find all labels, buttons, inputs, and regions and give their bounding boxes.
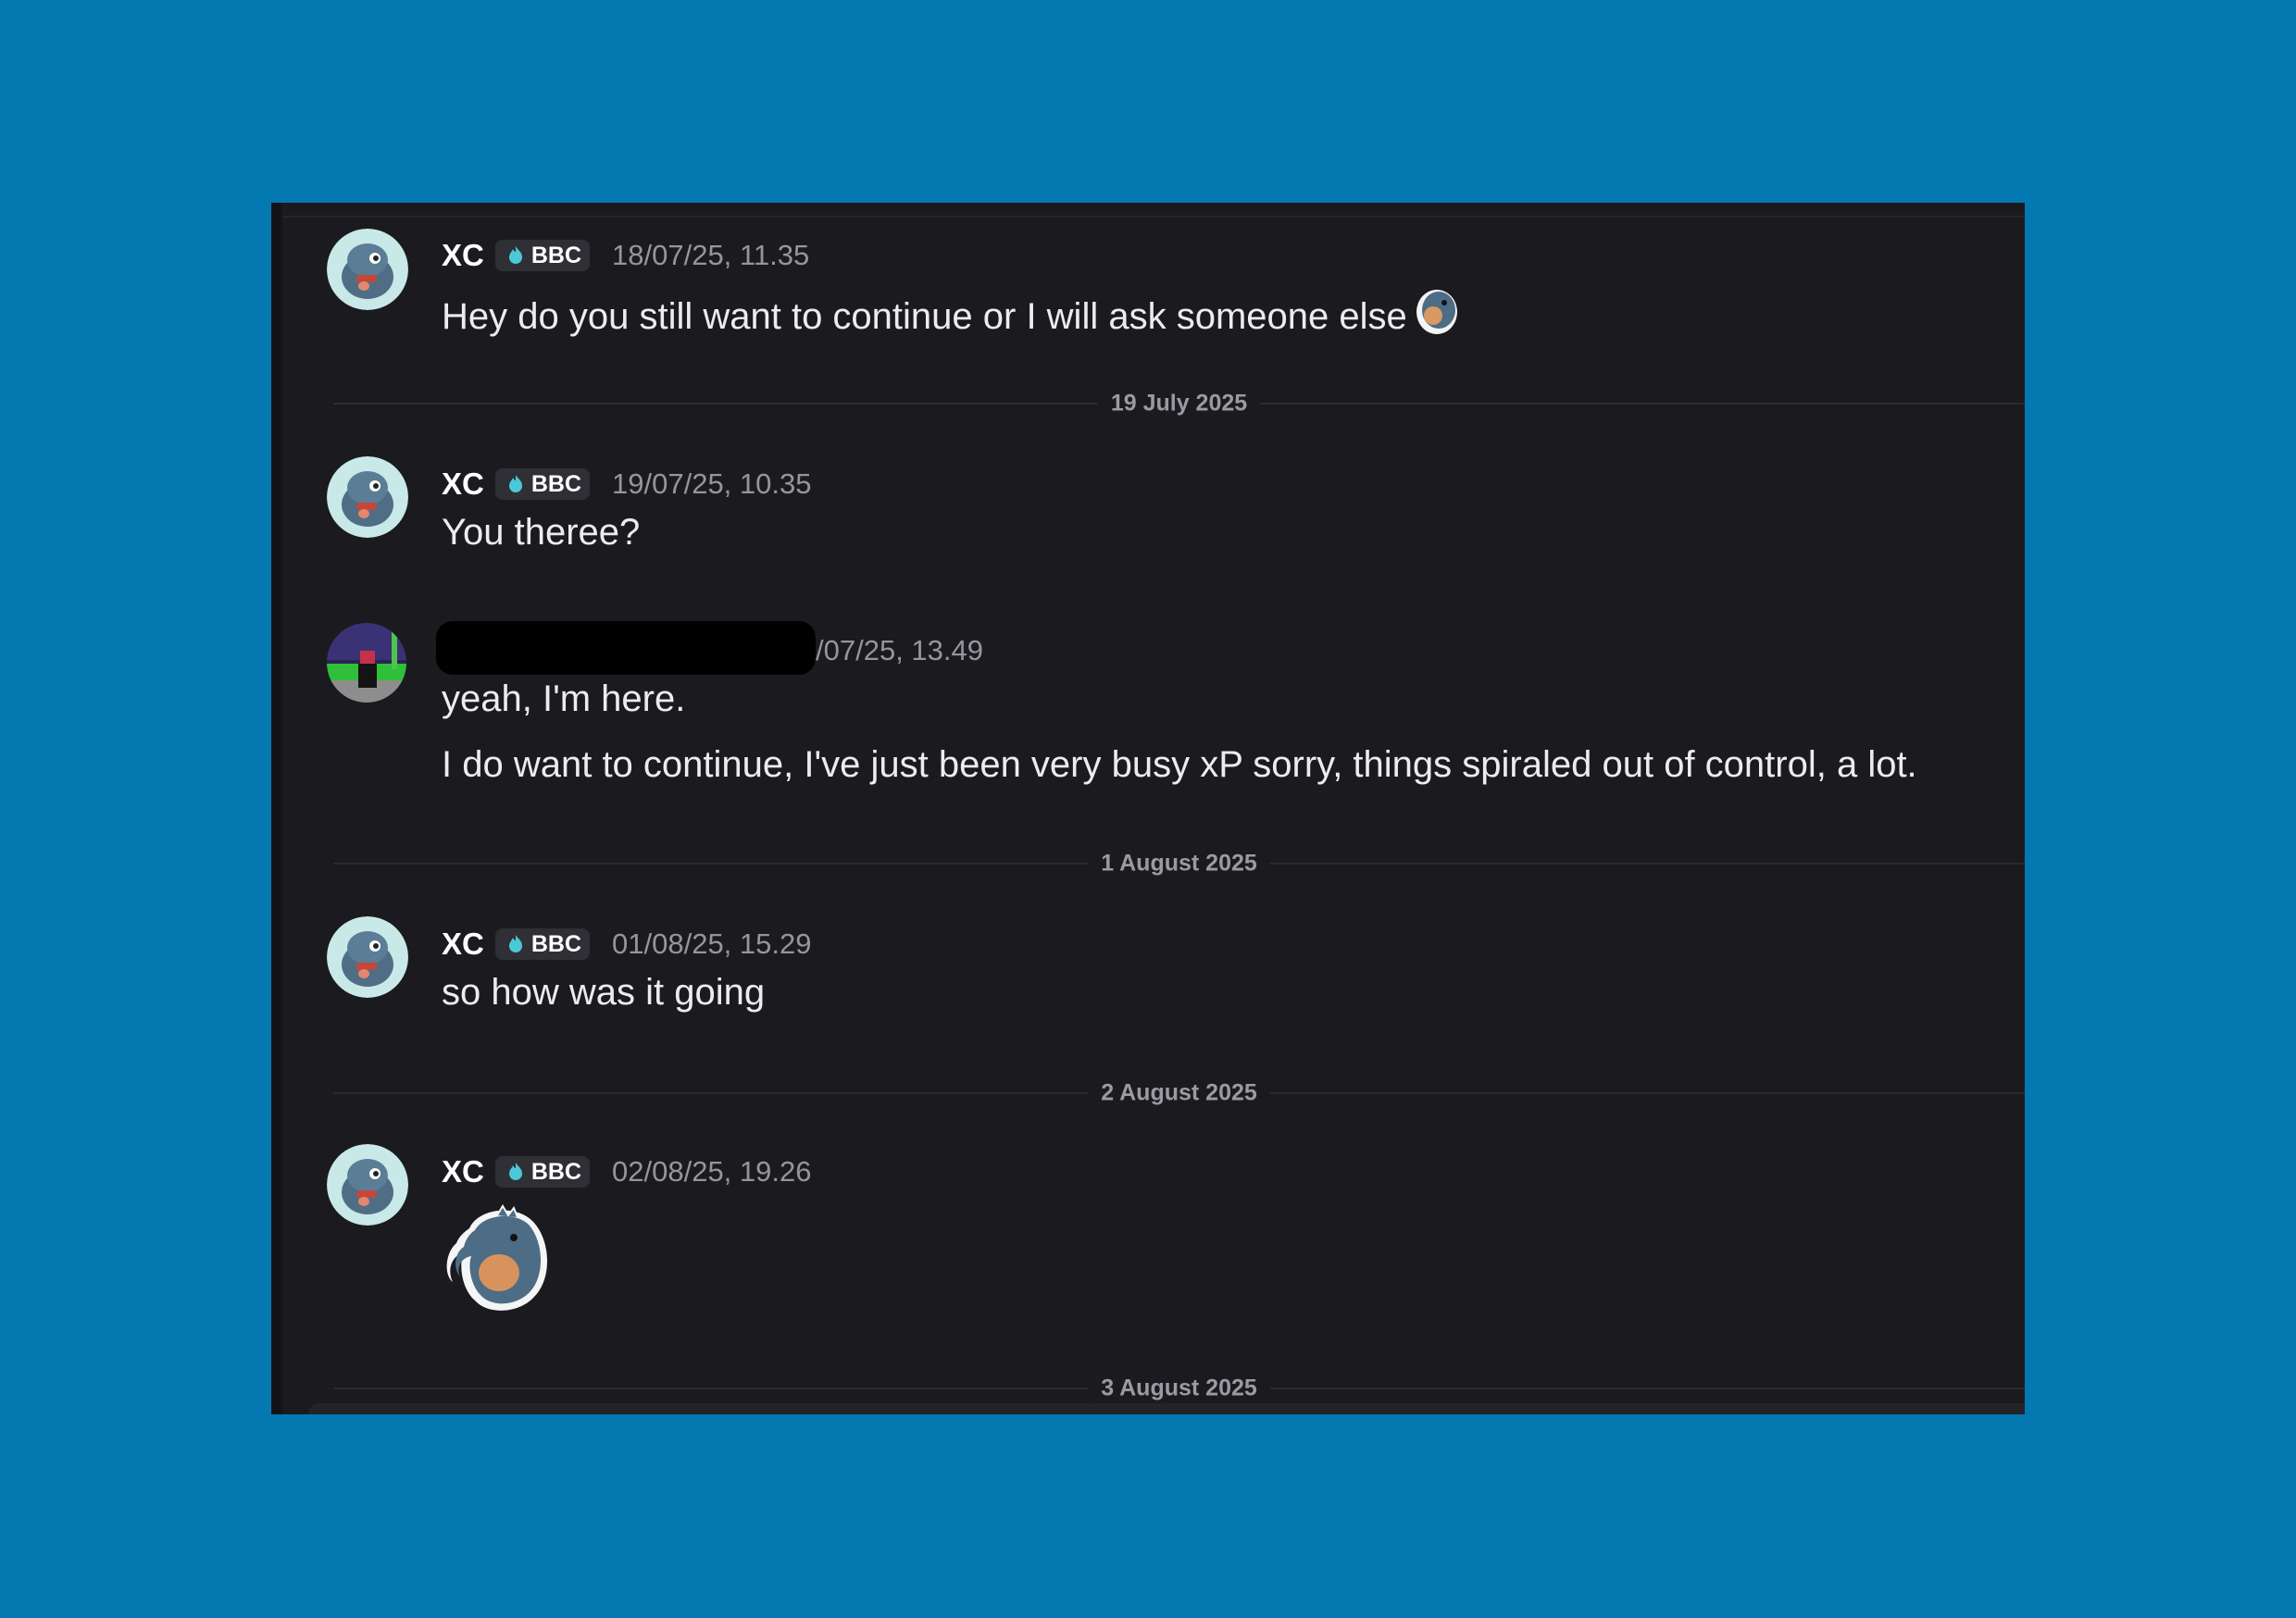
message-text: You theree? <box>442 512 641 553</box>
date-divider-label: 3 August 2025 <box>1088 1375 1270 1402</box>
date-divider: 3 August 2025 <box>333 1375 2025 1402</box>
message-text: I do want to continue, I've just been ve… <box>442 744 1917 785</box>
server-tag-label: BBC <box>530 470 582 497</box>
server-tag-label: BBC <box>530 242 582 268</box>
server-tag[interactable]: BBC <box>494 468 591 500</box>
message-input-bar[interactable] <box>308 1403 2025 1414</box>
flame-icon <box>508 246 522 264</box>
avatar-xc[interactable] <box>327 1144 408 1226</box>
chat-window: XC BBC 18/07/25, 11.35 Hey do you still … <box>271 203 2025 1414</box>
server-tag[interactable]: BBC <box>494 928 591 960</box>
message-text: so how was it going <box>442 972 766 1013</box>
flame-icon <box>508 935 522 952</box>
timestamp: /07/25, 13.49 <box>816 634 983 666</box>
timestamp: 01/08/25, 15.29 <box>612 927 812 960</box>
date-divider: 1 August 2025 <box>333 850 2025 877</box>
divider <box>282 216 2025 218</box>
dinosaur-sticker-icon <box>1416 290 1457 334</box>
redacted-username <box>436 621 816 675</box>
username[interactable]: XC <box>442 1154 484 1189</box>
server-tag[interactable]: BBC <box>494 1156 591 1188</box>
date-divider-label: 1 August 2025 <box>1088 850 1270 877</box>
username[interactable]: XC <box>442 467 484 502</box>
avatar-xc[interactable] <box>327 229 408 310</box>
message-text: yeah, I'm here. <box>442 678 686 719</box>
date-divider: 19 July 2025 <box>333 390 2025 417</box>
username[interactable]: XC <box>442 927 484 962</box>
message-text: Hey do you still want to continue or I w… <box>442 284 1463 338</box>
dinosaur-sticker[interactable] <box>442 1201 558 1321</box>
server-tag[interactable]: BBC <box>494 240 591 271</box>
date-divider-label: 2 August 2025 <box>1088 1079 1270 1107</box>
timestamp: 18/07/25, 11.35 <box>612 239 810 271</box>
timestamp: 02/08/25, 19.26 <box>612 1155 812 1188</box>
server-tag-label: BBC <box>530 1158 582 1185</box>
username[interactable]: XC <box>442 238 484 273</box>
server-tag-label: BBC <box>530 930 582 957</box>
flame-icon <box>508 1163 522 1180</box>
flame-icon <box>508 475 522 492</box>
avatar-xc[interactable] <box>327 916 408 998</box>
date-divider-label: 19 July 2025 <box>1097 390 1261 417</box>
date-divider: 2 August 2025 <box>333 1079 2025 1107</box>
avatar-user[interactable] <box>327 623 406 703</box>
timestamp: 19/07/25, 10.35 <box>612 467 812 500</box>
message-text-content: Hey do you still want to continue or I w… <box>442 296 1407 337</box>
avatar-xc[interactable] <box>327 456 408 538</box>
